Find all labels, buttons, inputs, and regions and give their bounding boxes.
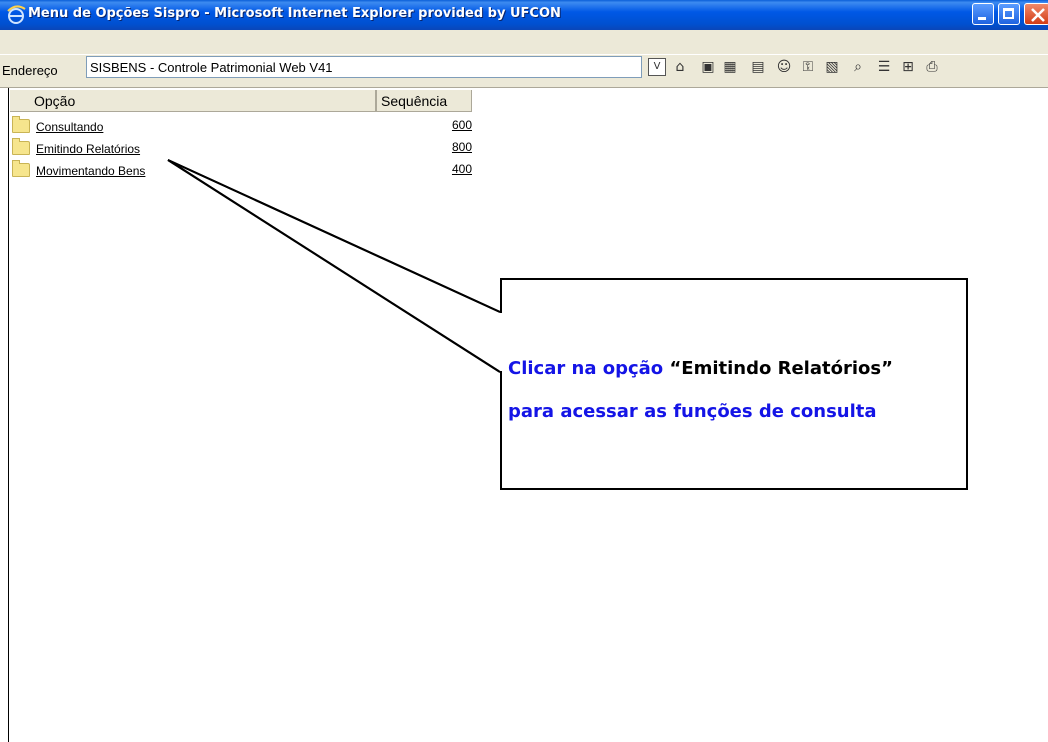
sequence-value[interactable]: 800 [452,140,472,154]
maximize-icon [1003,8,1014,19]
sequence-value[interactable]: 400 [452,162,472,176]
address-label: Endereço [2,63,58,78]
callout-box [500,278,968,490]
search-icon[interactable]: ⌕ [848,57,868,77]
list-item[interactable]: Emitindo Relatórios 800 [12,138,472,160]
close-icon [1031,8,1045,22]
folder-icon [12,160,30,177]
window-titlebar: Menu de Opções Sispro - Microsoft Intern… [0,0,1048,30]
minimize-button[interactable] [972,3,994,25]
callout-instruction-line1: Clicar na opção “Emitindo Relatórios” [508,358,893,379]
up-folder-icon[interactable]: ⌂ [670,57,690,77]
properties-icon[interactable]: ▧ [822,57,842,77]
folder-icon [12,138,30,155]
folder-icon [12,116,30,133]
user-icon[interactable]: ☺ [774,57,794,77]
option-consultando-link[interactable]: Consultando [36,120,103,134]
address-input[interactable]: SISBENS - Controle Patrimonial Web V41 [86,56,642,78]
grid-icon[interactable]: ▦ [720,57,740,77]
list-icon[interactable]: ▤ [748,57,768,77]
key-icon[interactable]: ⚿ [798,57,818,77]
window-title: Menu de Opções Sispro - Microsoft Intern… [28,6,561,21]
sequence-value[interactable]: 600 [452,118,472,132]
list-item[interactable]: Consultando 600 [12,116,472,138]
minimize-icon [978,17,986,20]
close-button[interactable] [1024,3,1048,25]
option-movimentando-bens-link[interactable]: Movimentando Bens [36,164,145,178]
ie-logo-icon [7,5,26,24]
menu-strip [0,30,1048,54]
callout-text-option-name: “Emitindo Relatórios” [669,358,893,379]
column-header-option[interactable]: Opção [10,90,376,112]
option-emitindo-relatorios-link[interactable]: Emitindo Relatórios [36,142,140,156]
tree-add-icon[interactable]: ⊞ [898,57,918,77]
print-icon[interactable]: ⎙ [922,57,942,77]
callout-instruction-line2: para acessar as funções de consulta [508,401,877,422]
view-icon[interactable]: ▣ [698,57,718,77]
tree-icon[interactable]: ☰ [874,57,894,77]
list-item[interactable]: Movimentando Bens 400 [12,160,472,182]
maximize-button[interactable] [998,3,1020,25]
callout-text-blue: Clicar na opção [508,358,670,379]
column-header-sequence[interactable]: Sequência [376,90,472,112]
view-source-button[interactable]: V [648,58,666,76]
